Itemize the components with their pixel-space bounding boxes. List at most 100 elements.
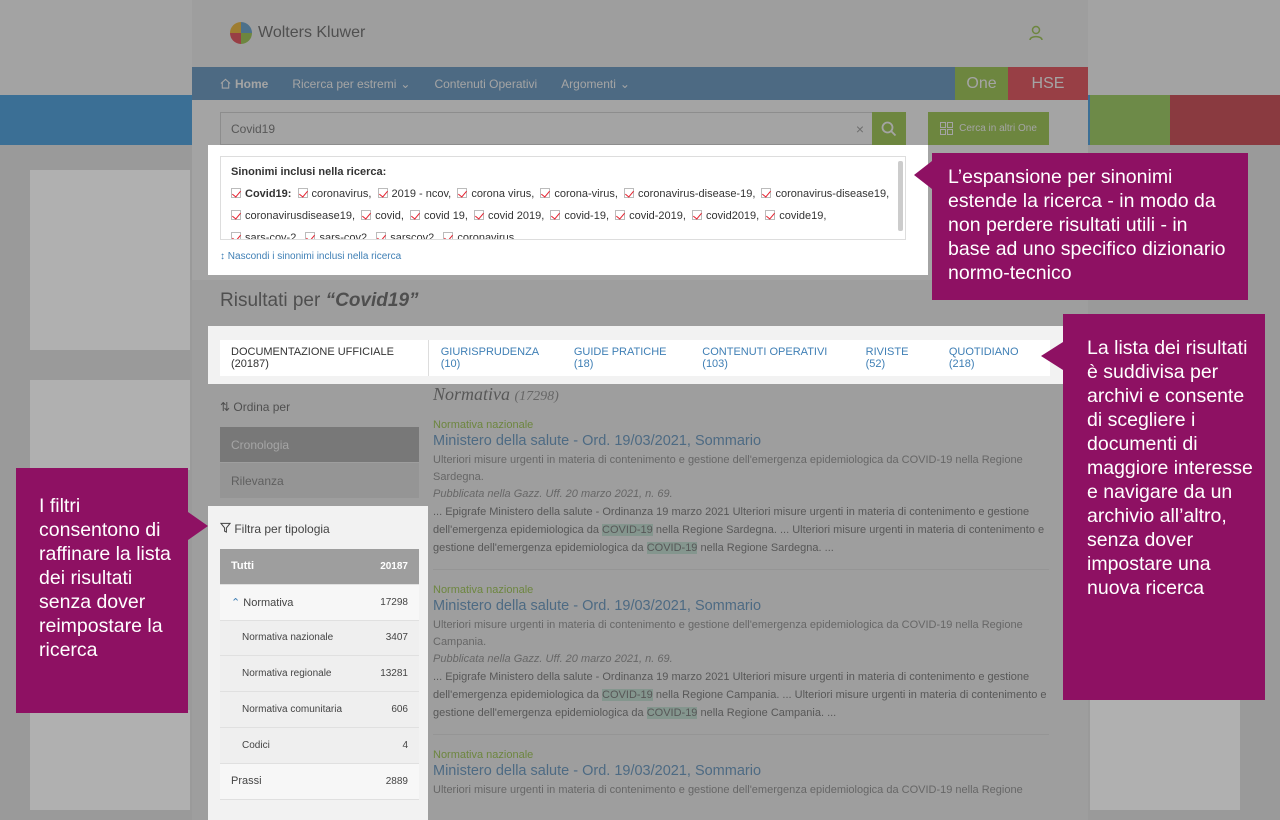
synonym-item[interactable]: 2019 - ncov, xyxy=(377,188,452,200)
nav-argomenti[interactable]: Argomenti ⌄ xyxy=(549,67,642,100)
synonym-item[interactable]: sars-cov-2, xyxy=(231,232,299,239)
filter-label: Filtra per tipologia xyxy=(219,522,330,536)
filter-normativa-nazionale[interactable]: Normativa nazionale 3407 xyxy=(220,620,419,657)
result-title-link[interactable]: Ministero della salute - Ord. 19/03/2021… xyxy=(433,598,1049,614)
result-title-link[interactable]: Ministero della salute - Ord. 19/03/2021… xyxy=(433,433,1049,449)
nav-contenuti-operativi-label: Contenuti Operativi xyxy=(434,76,538,91)
checkbox-icon xyxy=(474,210,485,220)
user-icon[interactable] xyxy=(1028,25,1044,41)
tab-riviste[interactable]: RIVISTE (52) xyxy=(854,340,937,376)
synonym-label: 2019 - ncov, xyxy=(391,188,452,200)
synonym-item[interactable]: corona-virus, xyxy=(540,188,618,200)
callout-synonyms-text: L’espansione per sinonimi estende la ric… xyxy=(948,166,1226,284)
result-description: Ulteriori misure urgenti in materia di c… xyxy=(433,454,1023,483)
callout-filters-text: I filtri consentono di raffinare la list… xyxy=(39,495,171,661)
nav-ricerca-estremi-label: Ricerca per estremi xyxy=(292,76,397,91)
synonym-item[interactable]: covid 19, xyxy=(409,210,468,222)
archive-tabs: DOCUMENTAZIONE UFFICIALE (20187) GIURISP… xyxy=(220,340,1050,376)
synonym-item[interactable]: coronavirus-disease-19, xyxy=(624,188,755,200)
tab-contenuti-operativi[interactable]: CONTENUTI OPERATIVI (103) xyxy=(690,340,853,376)
callout-tabs-text: La lista dei risultati è suddivisa per a… xyxy=(1087,337,1253,599)
synonym-item[interactable]: covid-19, xyxy=(550,210,609,222)
chevron-down-icon: ⌄ xyxy=(400,76,411,91)
filter-normativa[interactable]: ⌃ Normativa 17298 xyxy=(220,584,419,621)
synonym-lead[interactable]: Covid19: xyxy=(231,188,291,200)
filter-normativa-regionale[interactable]: Normativa regionale 13281 xyxy=(220,656,419,693)
hide-synonyms-link[interactable]: ↕ Nascondi i sinonimi inclusi nella rice… xyxy=(220,251,401,262)
synonym-item[interactable]: corona virus, xyxy=(457,188,534,200)
nav-argomenti-label: Argomenti xyxy=(561,76,616,91)
search-other-one-label: Cerca in altri One xyxy=(959,123,1037,134)
filter-normativa-comunitaria[interactable]: Normativa comunitaria 606 xyxy=(220,692,419,728)
synonym-item[interactable]: covid-2019, xyxy=(615,210,686,222)
results-list: Normativa (17298) Normativa nazionale Mi… xyxy=(433,384,1049,811)
snippet-highlight: COVID-19 xyxy=(602,524,653,536)
synonym-label: coronavirus xyxy=(457,232,515,240)
synonym-item[interactable]: covide19, xyxy=(765,210,826,222)
checkbox-icon xyxy=(231,188,241,198)
synonym-label: coronavirus-disease-19, xyxy=(638,188,756,200)
synonym-label: coronavirus, xyxy=(311,188,372,200)
search-input[interactable] xyxy=(221,113,821,144)
one-button[interactable]: One xyxy=(955,67,1008,100)
nav-home[interactable]: Home xyxy=(192,67,280,100)
hse-button[interactable]: HSE xyxy=(1008,67,1088,100)
result-publication: Pubblicata nella Gazz. Uff. 20 marzo 202… xyxy=(433,488,673,500)
snippet-highlight: COVID-19 xyxy=(646,707,698,719)
synonym-label: corona-virus, xyxy=(554,188,618,200)
tab-guide-pratiche[interactable]: GUIDE PRATICHE (18) xyxy=(562,340,690,376)
filter-prassi[interactable]: Prassi 2889 xyxy=(220,763,419,800)
callout-arrow xyxy=(188,512,208,540)
result-title-link[interactable]: Ministero della salute - Ord. 19/03/2021… xyxy=(433,763,1049,779)
tab-documentazione-ufficiale[interactable]: DOCUMENTAZIONE UFFICIALE (20187) xyxy=(220,340,429,376)
dim-overlay xyxy=(192,506,208,820)
synonym-item[interactable]: covid 2019, xyxy=(474,210,544,222)
nav-ricerca-estremi[interactable]: Ricerca per estremi ⌄ xyxy=(280,67,422,100)
checkbox-icon xyxy=(231,232,241,239)
tab-quotidiano[interactable]: QUOTIDIANO (218) xyxy=(937,340,1050,376)
brand-logo[interactable]: Wolters Kluwer xyxy=(230,22,365,44)
synonym-label: covide19, xyxy=(779,210,827,222)
nav-contenuti-operativi[interactable]: Contenuti Operativi xyxy=(422,67,549,100)
search-box: × xyxy=(220,112,873,145)
search-other-one-button[interactable]: Cerca in altri One xyxy=(928,112,1049,145)
synonym-item[interactable]: sarscov2, xyxy=(376,232,437,239)
main-window: Wolters Kluwer Home Ricerca per estremi … xyxy=(192,0,1088,820)
search-button[interactable] xyxy=(872,112,906,145)
sort-option-rilevanza[interactable]: Rilevanza xyxy=(220,463,419,498)
synonym-item[interactable]: coronavirus-disease19, xyxy=(761,188,889,200)
result-category: Normativa nazionale xyxy=(433,419,534,431)
callout-filters: I filtri consentono di raffinare la list… xyxy=(16,468,208,713)
synonym-label: sars-cov2, xyxy=(319,232,371,240)
synonym-item[interactable]: sars-cov2, xyxy=(305,232,371,240)
sort-label-text: Ordina per xyxy=(233,400,291,414)
results-heading: Normativa (17298) xyxy=(433,384,1049,405)
synonym-item[interactable]: covid, xyxy=(361,210,404,222)
synonym-item[interactable]: coronavirus xyxy=(443,232,515,240)
sort-label: ⇅ Ordina per xyxy=(220,400,290,414)
result-description: Ulteriori misure urgenti in materia di c… xyxy=(433,784,1023,796)
filter-tutti[interactable]: Tutti 20187 xyxy=(220,549,419,585)
logo-icon xyxy=(230,22,252,44)
sort-option-cronologia[interactable]: Cronologia xyxy=(220,427,419,462)
tab-giurisprudenza[interactable]: GIURISPRUDENZA (10) xyxy=(429,340,562,376)
background-block xyxy=(30,170,190,350)
checkbox-icon xyxy=(457,188,468,198)
synonym-lead-label: Covid19: xyxy=(245,188,292,200)
synonym-item[interactable]: coronavirus, xyxy=(297,188,372,200)
hide-synonyms-label: Nascondi i sinonimi inclusi nella ricerc… xyxy=(227,251,402,262)
sort-icon: ⇅ xyxy=(220,400,231,414)
synonym-item[interactable]: covid2019, xyxy=(692,210,759,222)
synonym-label: covid 19, xyxy=(423,210,468,222)
synonyms-scrollbar[interactable] xyxy=(898,161,903,231)
checkbox-icon xyxy=(361,210,372,220)
checkbox-icon xyxy=(231,210,241,220)
filter-row-label: Tutti xyxy=(231,560,255,573)
filter-row-count: 606 xyxy=(391,704,408,716)
filter-codici[interactable]: Codici 4 xyxy=(220,727,419,764)
filter-icon xyxy=(219,522,232,533)
snippet-text: nella Regione Sardegna. ... xyxy=(697,542,834,554)
clear-icon[interactable]: × xyxy=(856,121,864,137)
synonym-item[interactable]: coronavirusdisease19, xyxy=(231,210,355,222)
checkbox-icon xyxy=(305,232,316,239)
